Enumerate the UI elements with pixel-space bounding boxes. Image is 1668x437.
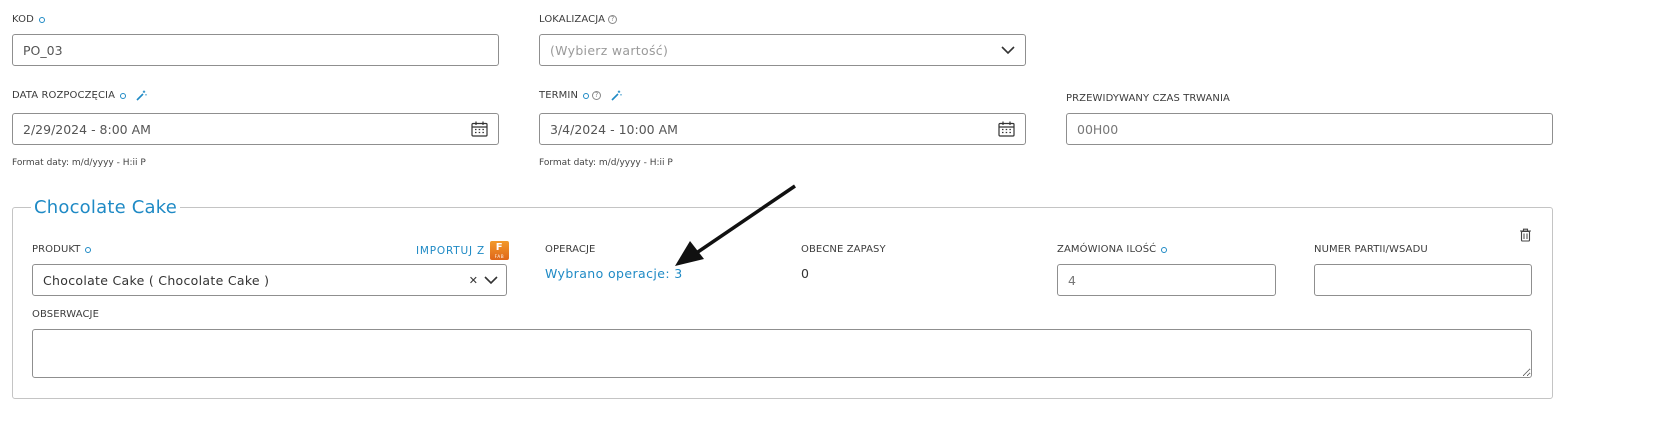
start-date-value: 2/29/2024 - 8:00 AM (23, 121, 151, 137)
start-date-label: DATA ROZPOCZĘCIA (12, 90, 147, 101)
obserwacje-textarea[interactable] (32, 329, 1532, 378)
termin-hint: Format daty: m/d/yyyy - H:ii P (539, 158, 673, 168)
required-dot-icon (583, 92, 590, 99)
help-icon[interactable]: ? (592, 91, 602, 100)
termin-label-text: TERMIN (539, 90, 579, 101)
required-dot-icon (38, 16, 45, 23)
kod-value: PO_03 (23, 42, 63, 58)
trash-icon[interactable] (1519, 227, 1532, 246)
chevron-down-icon (1001, 45, 1015, 54)
arrow-annotation (675, 184, 796, 266)
produkt-select[interactable]: Chocolate Cake ( Chocolate Cake ) ✕ (32, 264, 507, 296)
start-date-hint: Format daty: m/d/yyyy - H:ii P (12, 158, 146, 168)
operacje-label: OPERACJE (545, 244, 595, 255)
required-dot-icon (85, 246, 92, 253)
produkt-label-text: PRODUKT (32, 244, 81, 255)
import-from-button[interactable]: IMPORTUJ Z F FAB (416, 241, 510, 260)
produkt-value: Chocolate Cake ( Chocolate Cake ) (43, 272, 270, 288)
zapasy-value: 0 (801, 266, 809, 281)
fab-logo-caption: FAB (494, 254, 505, 259)
partia-label: NUMER PARTII/WSADU (1314, 244, 1428, 255)
calendar-icon[interactable] (998, 121, 1015, 137)
ilosc-value: 4 (1068, 272, 1076, 288)
lokalizacja-label-text: LOKALIZACJA (539, 14, 606, 25)
magic-wand-icon[interactable] (136, 90, 147, 101)
zapasy-label: OBECNE ZAPASY (801, 244, 886, 255)
duration-label-text: PRZEWIDYWANY CZAS TRWANIA (1066, 93, 1230, 104)
start-date-label-text: DATA ROZPOCZĘCIA (12, 90, 116, 101)
obserwacje-label-text: OBSERWACJE (32, 309, 100, 320)
termin-label: TERMIN ? (539, 90, 622, 101)
partia-input[interactable] (1314, 264, 1532, 296)
duration-value: 00H00 (1077, 121, 1119, 137)
import-label: IMPORTUJ Z (416, 244, 486, 257)
lokalizacja-label: LOKALIZACJA ? (539, 14, 618, 25)
partia-label-text: NUMER PARTII/WSADU (1314, 244, 1428, 255)
zapasy-label-text: OBECNE ZAPASY (801, 244, 886, 255)
termin-input[interactable]: 3/4/2024 - 10:00 AM (539, 113, 1026, 145)
ilosc-input[interactable]: 4 (1057, 264, 1276, 296)
product-section-title: Chocolate Cake (31, 197, 181, 218)
required-dot-icon (1161, 246, 1168, 253)
required-dot-icon (120, 92, 127, 99)
lokalizacja-placeholder: (Wybierz wartość) (550, 42, 669, 58)
duration-label: PRZEWIDYWANY CZAS TRWANIA (1066, 93, 1230, 104)
kod-label-text: KOD (12, 14, 34, 25)
help-icon[interactable]: ? (608, 15, 618, 24)
operations-selected-link[interactable]: Wybrano operacje: 3 (545, 266, 683, 281)
magic-wand-icon[interactable] (611, 90, 622, 101)
calendar-icon[interactable] (471, 121, 488, 137)
lokalizacja-select[interactable]: (Wybierz wartość) (539, 34, 1026, 66)
termin-value: 3/4/2024 - 10:00 AM (550, 121, 678, 137)
operacje-label-text: OPERACJE (545, 244, 596, 255)
clear-icon[interactable]: ✕ (469, 274, 478, 287)
fab-logo-letter: F (495, 242, 504, 253)
ilosc-label-text: ZAMÓWIONA ILOŚĆ (1057, 244, 1157, 255)
obserwacje-label: OBSERWACJE (32, 309, 99, 320)
produkt-label: PRODUKT (32, 244, 92, 255)
kod-label: KOD (12, 14, 45, 25)
kod-input[interactable]: PO_03 (12, 34, 499, 66)
duration-input[interactable]: 00H00 (1066, 113, 1553, 145)
chevron-down-icon[interactable] (484, 275, 498, 285)
fab-logo-icon: F FAB (490, 241, 510, 260)
ilosc-label: ZAMÓWIONA ILOŚĆ (1057, 244, 1168, 255)
start-date-input[interactable]: 2/29/2024 - 8:00 AM (12, 113, 499, 145)
